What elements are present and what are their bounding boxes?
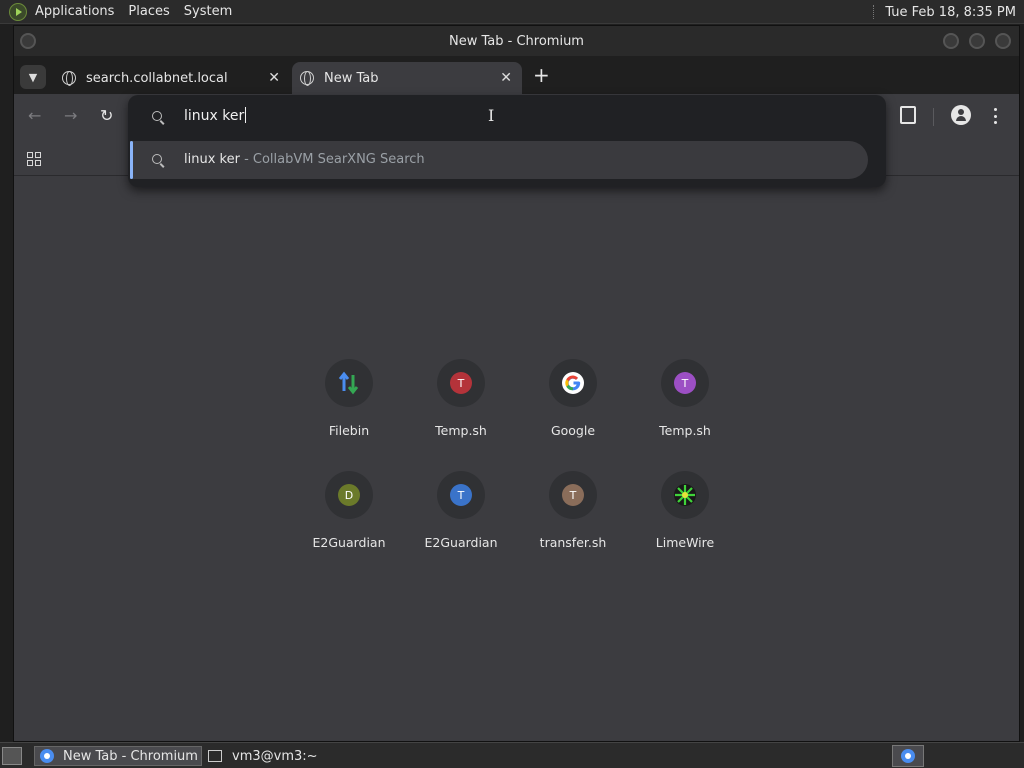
- search-icon: [152, 111, 162, 121]
- maximize-button[interactable]: [969, 33, 985, 49]
- tab-title: search.collabnet.local: [86, 70, 228, 86]
- search-icon: [152, 154, 162, 164]
- tab-close-button[interactable]: ✕: [268, 70, 280, 86]
- close-window-button[interactable]: [995, 33, 1011, 49]
- clock[interactable]: Tue Feb 18, 8:35 PM: [885, 5, 1016, 20]
- shortcut-label: Google: [550, 423, 596, 438]
- letter-avatar-icon: T: [450, 372, 472, 394]
- forward-arrow-icon[interactable]: →: [64, 108, 77, 124]
- shortcut-label: E2Guardian: [312, 535, 386, 550]
- window-titlebar[interactable]: New Tab - Chromium: [14, 26, 1019, 56]
- reload-icon[interactable]: ↻: [100, 108, 113, 124]
- shortcut-tile[interactable]: T E2Guardian: [406, 471, 516, 571]
- taskbar-item-terminal[interactable]: vm3@vm3:~: [206, 746, 346, 766]
- shortcut-tile[interactable]: T Temp.sh: [406, 359, 516, 459]
- shortcut-icon-frame: T: [549, 471, 597, 519]
- up-down-arrows-icon: [338, 371, 359, 395]
- suggestion-source: - CollabVM SearXNG Search: [239, 152, 425, 167]
- applications-menu[interactable]: Applications: [35, 4, 114, 19]
- toolbar-divider: [933, 108, 934, 126]
- shortcut-label: LimeWire: [655, 535, 715, 550]
- shortcut-tile[interactable]: D E2Guardian: [294, 471, 404, 571]
- limewire-logo-icon: [674, 484, 696, 506]
- taskbar: New Tab - Chromium vm3@vm3:~: [0, 742, 1024, 768]
- shortcut-label: E2Guardian: [424, 535, 498, 550]
- show-desktop-icon[interactable]: [2, 747, 22, 765]
- suggestion-query: linux ker: [184, 152, 240, 167]
- apps-grid-icon[interactable]: [27, 152, 41, 166]
- new-tab-button[interactable]: +: [533, 65, 550, 85]
- shortcut-icon-frame: [549, 359, 597, 407]
- kebab-menu-icon[interactable]: [994, 108, 998, 124]
- distro-logo-icon[interactable]: [9, 2, 27, 21]
- window-menu-button[interactable]: [20, 33, 36, 49]
- omnibox-dropdown: linux ker linux ker - CollabVM SearXNG S…: [128, 95, 886, 187]
- taskbar-item-label: vm3@vm3:~: [232, 748, 318, 764]
- globe-icon: [300, 71, 314, 86]
- minimize-button[interactable]: [943, 33, 959, 49]
- profile-avatar-icon[interactable]: [951, 105, 971, 125]
- shortcut-label: Temp.sh: [659, 423, 711, 438]
- chromium-icon: [901, 749, 915, 763]
- shortcut-icon-frame: [661, 471, 709, 519]
- places-menu[interactable]: Places: [128, 4, 169, 19]
- shortcut-tile[interactable]: T Temp.sh: [630, 359, 740, 459]
- shortcut-tile[interactable]: Google: [518, 359, 628, 459]
- tab-close-button[interactable]: ✕: [500, 70, 512, 86]
- shortcut-icon-frame: D: [325, 471, 373, 519]
- shortcut-icon-frame: T: [661, 359, 709, 407]
- shortcut-tile[interactable]: Filebin: [294, 359, 404, 459]
- shortcut-tile[interactable]: LimeWire: [630, 471, 740, 571]
- suggestion-text: linux ker - CollabVM SearXNG Search: [184, 152, 425, 167]
- google-logo-icon: [562, 372, 584, 394]
- letter-avatar-icon: T: [674, 372, 696, 394]
- shortcut-icon-frame: [325, 359, 373, 407]
- top-panel: Applications Places System Tue Feb 18, 8…: [0, 0, 1024, 24]
- extensions-icon[interactable]: [900, 106, 916, 124]
- selection-indicator: [130, 141, 133, 179]
- shortcut-label: Temp.sh: [435, 423, 487, 438]
- taskbar-item-chromium[interactable]: New Tab - Chromium: [34, 746, 202, 766]
- tab-title: New Tab: [324, 70, 379, 86]
- tab-strip: ▼ search.collabnet.local ✕ New Tab ✕ +: [14, 56, 1019, 94]
- window-title: New Tab - Chromium: [449, 33, 584, 49]
- shortcut-icon-frame: T: [437, 359, 485, 407]
- panel-separator: [873, 5, 875, 19]
- taskbar-item-label: New Tab - Chromium: [63, 748, 198, 764]
- tab-search-button[interactable]: ▼: [20, 65, 46, 89]
- shortcut-icon-frame: T: [437, 471, 485, 519]
- back-arrow-icon[interactable]: ←: [28, 108, 41, 124]
- text-cursor-icon: I: [488, 106, 495, 125]
- letter-avatar-icon: T: [562, 484, 584, 506]
- address-bar-input[interactable]: linux ker: [184, 107, 246, 124]
- chevron-down-icon: ▼: [28, 70, 38, 84]
- globe-icon: [62, 71, 76, 86]
- shortcut-label: transfer.sh: [539, 535, 607, 550]
- omnibox-suggestion-row[interactable]: linux ker - CollabVM SearXNG Search: [130, 141, 868, 179]
- terminal-icon: [208, 750, 222, 762]
- shortcut-label: Filebin: [328, 423, 370, 438]
- letter-avatar-icon: D: [338, 484, 360, 506]
- shortcut-tile[interactable]: T transfer.sh: [518, 471, 628, 571]
- letter-avatar-icon: T: [450, 484, 472, 506]
- tray-chromium-icon[interactable]: [892, 745, 924, 767]
- tab-new-tab[interactable]: New Tab ✕: [292, 62, 522, 94]
- chromium-icon: [40, 749, 54, 763]
- system-menu[interactable]: System: [184, 4, 232, 19]
- tab-search-collabnet[interactable]: search.collabnet.local ✕: [50, 62, 290, 94]
